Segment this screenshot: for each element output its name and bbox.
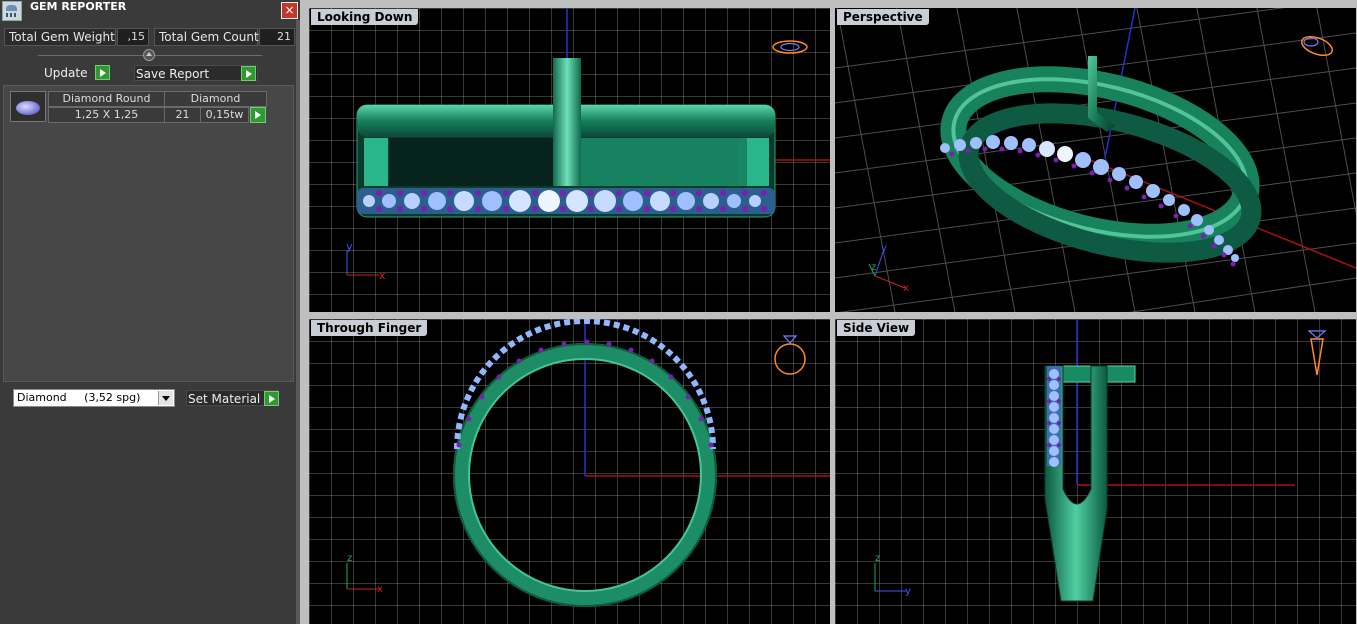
axis-y-label: y	[346, 240, 353, 253]
ring-orientation-icon	[772, 40, 808, 54]
axis-z-label: z	[347, 553, 352, 564]
viewport-label-looking-down: Looking Down	[311, 9, 419, 25]
viewport-looking-down[interactable]: y x Looking Down	[309, 8, 830, 312]
viewport-label-through-finger: Through Finger	[311, 320, 428, 336]
ring-top-render: y x	[346, 8, 830, 282]
ring-perspective-render: y z x	[835, 8, 1356, 312]
set-material-button[interactable]: Set Material	[186, 390, 279, 406]
ring-orientation-icon	[1307, 330, 1327, 376]
side-stone-column	[1049, 369, 1059, 467]
ring-side-render: z y	[874, 319, 1327, 602]
material-select[interactable]: Diamond (3,52 spg)	[13, 389, 175, 407]
set-material-label: Set Material	[188, 392, 261, 406]
axis-z-label: z	[875, 553, 880, 564]
ring-front-render: z x	[346, 319, 830, 607]
title-bar: GEM REPORTER ×	[0, 0, 300, 21]
oval-gem-icon[interactable]	[10, 91, 46, 122]
gem-row-play-icon[interactable]	[250, 107, 266, 123]
axis-gizmo: y x	[346, 240, 386, 282]
gem-count-cell[interactable]: 21	[164, 107, 201, 123]
gem-reporter-panel: GEM REPORTER × Total Gem Weight ,15 Tota…	[0, 0, 300, 624]
save-report-label: Save Report	[136, 67, 210, 81]
viewport-side-view[interactable]: z y Side View	[835, 319, 1356, 624]
ring-orientation-icon	[774, 335, 806, 375]
update-button-label: Update	[44, 66, 88, 80]
axis-gizmo: z y	[874, 553, 911, 597]
viewport-label-side-view: Side View	[837, 320, 916, 336]
gem-list	[3, 85, 294, 382]
total-gem-weight-value: ,15	[117, 28, 149, 46]
play-icon	[241, 66, 256, 81]
material-select-value: Diamond (3,52 spg)	[17, 391, 141, 404]
gem-size-cell[interactable]: 1,25 X 1,25	[48, 107, 165, 123]
gem-name-cell[interactable]: Diamond Round	[48, 91, 165, 107]
update-button[interactable]: Update	[44, 65, 110, 81]
window-title: GEM REPORTER	[30, 0, 127, 13]
viewport-label-perspective: Perspective	[837, 9, 929, 25]
play-icon	[264, 391, 279, 406]
viewport-perspective[interactable]: y z x Perspective	[835, 8, 1356, 312]
axis-gizmo: z x	[346, 553, 383, 595]
axis-x-label: x	[379, 269, 386, 282]
total-gem-count-value: 21	[259, 28, 295, 46]
chevron-down-icon[interactable]	[158, 391, 173, 405]
close-button[interactable]: ×	[281, 2, 298, 19]
axis-y-label: y	[905, 586, 911, 597]
axis-y-label: y	[881, 243, 887, 254]
gem-weight-cell[interactable]: 0,15tw	[200, 107, 249, 123]
axis-x-label: x	[903, 283, 909, 294]
slider-handle[interactable]	[143, 49, 155, 61]
axis-z-label: z	[871, 262, 876, 273]
gem-material-cell[interactable]: Diamond	[164, 91, 267, 107]
viewport-through-finger[interactable]: z x Through Finger	[309, 319, 830, 624]
play-icon	[95, 65, 110, 80]
axis-x-label: x	[377, 584, 383, 595]
total-gem-weight-label: Total Gem Weight	[4, 28, 116, 46]
save-report-button[interactable]: Save Report	[134, 65, 258, 81]
total-gem-count-label: Total Gem Count	[154, 28, 259, 46]
gem-reporter-icon	[2, 1, 22, 21]
